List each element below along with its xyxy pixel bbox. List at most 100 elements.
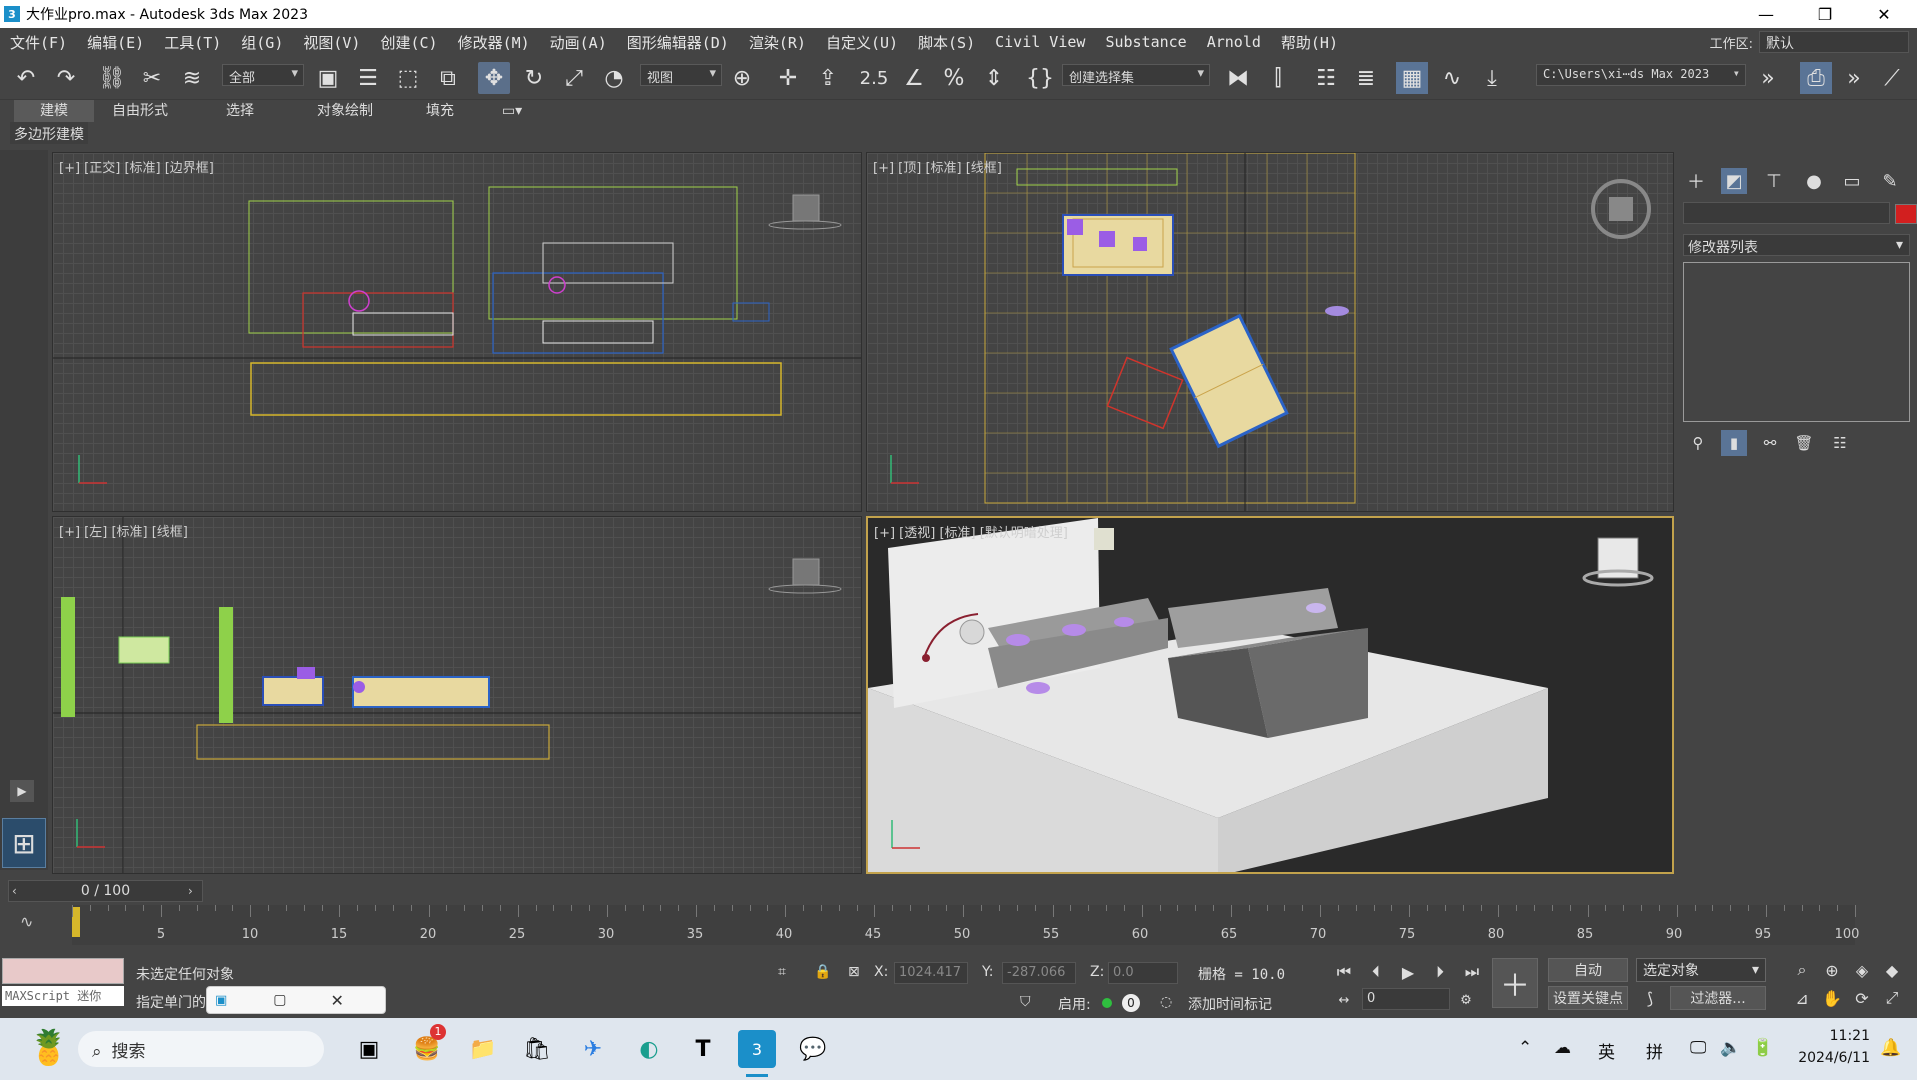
- lock-icon[interactable]: 🔒: [814, 964, 831, 980]
- time-cursor[interactable]: [72, 907, 80, 937]
- viewport-layout-icon[interactable]: ⊞: [2, 818, 46, 868]
- 3dsmax-taskbar-icon[interactable]: 3: [738, 1030, 776, 1068]
- reference-coord-dropdown[interactable]: 视图: [640, 64, 722, 86]
- viewport-top[interactable]: [+] [顶] [标准] [线框]: [866, 152, 1674, 512]
- maximize-viewport-icon[interactable]: ⤢: [1878, 986, 1906, 1010]
- viewport-front[interactable]: [+] [正交] [标准] [边界框]: [52, 152, 862, 512]
- menu-scripting[interactable]: 脚本(S): [908, 32, 985, 53]
- key-filter-dropdown[interactable]: 选定对象 ▾: [1636, 958, 1766, 982]
- ribbon-options-icon[interactable]: ▭▾: [494, 100, 530, 122]
- start-mascot-icon[interactable]: 🍍: [24, 1024, 74, 1072]
- ribbon-toggle-icon[interactable]: ▦: [1396, 62, 1428, 94]
- ribbon-tab-freeform[interactable]: 自由形式: [100, 100, 180, 122]
- place-icon[interactable]: ◔: [598, 62, 630, 94]
- keyboard-shortcut-override-icon[interactable]: ⇪: [812, 62, 844, 94]
- selection-filter-dropdown[interactable]: 全部: [222, 64, 304, 86]
- key-tangents-icon[interactable]: ⟆: [1636, 986, 1664, 1010]
- battery-icon[interactable]: 🔋: [1752, 1038, 1773, 1058]
- ribbon-tab-modeling[interactable]: 建模: [14, 100, 94, 122]
- set-key-button[interactable]: 设置关键点: [1548, 986, 1628, 1010]
- motion-tab-icon[interactable]: ●: [1801, 168, 1827, 194]
- ribbon-tab-object-paint[interactable]: 对象绘制: [300, 100, 390, 122]
- sign-in-icon[interactable]: ⟋: [1876, 62, 1908, 94]
- utilities-tab-icon[interactable]: ✎: [1877, 168, 1903, 194]
- maxscript-mini-listener[interactable]: MAXScript 迷你: [2, 986, 124, 1006]
- spinner-snap-icon[interactable]: ⇕: [978, 62, 1010, 94]
- object-color-swatch[interactable]: [1895, 204, 1917, 224]
- percent-snap-icon[interactable]: %: [938, 62, 970, 94]
- make-unique-icon[interactable]: ⚯: [1757, 430, 1783, 456]
- workspace-dropdown[interactable]: 默认: [1759, 31, 1909, 53]
- select-move-icon[interactable]: ✥: [478, 62, 510, 94]
- viewport-perspective[interactable]: [+] [透视] [标准] [默认明暗处理]: [866, 516, 1674, 874]
- display-tab-icon[interactable]: ▭: [1839, 168, 1865, 194]
- configure-sets-icon[interactable]: ☷: [1827, 430, 1853, 456]
- curve-editor-icon[interactable]: ∿: [1436, 62, 1468, 94]
- menu-edit[interactable]: 编辑(E): [77, 32, 154, 53]
- mini-curve-editor-icon[interactable]: ∿: [20, 912, 33, 931]
- hierarchy-tab-icon[interactable]: ⊤: [1761, 168, 1787, 194]
- add-time-tag-button[interactable]: 添加时间标记: [1188, 994, 1272, 1014]
- key-mode-icon[interactable]: ↔: [1330, 988, 1358, 1012]
- notifications-icon[interactable]: 🔔: [1880, 1038, 1901, 1058]
- task-view-icon[interactable]: ▣: [350, 1030, 388, 1068]
- display-icon[interactable]: 🖵: [1690, 1038, 1706, 1058]
- viewport-top-label[interactable]: [+] [顶] [标准] [线框]: [873, 157, 1002, 176]
- select-object-icon[interactable]: ▣: [312, 62, 344, 94]
- menu-civil-view[interactable]: Civil View: [985, 33, 1095, 51]
- store-icon[interactable]: 🛍: [518, 1030, 556, 1068]
- scene-explorer-icon[interactable]: ☷: [1310, 62, 1342, 94]
- modifier-stack[interactable]: [1683, 262, 1910, 422]
- pan-icon[interactable]: ✋: [1818, 986, 1846, 1010]
- ribbon-subtab[interactable]: 多边形建模: [10, 122, 88, 144]
- next-frame-button-icon[interactable]: ⏵: [1426, 960, 1454, 984]
- window-crossing-icon[interactable]: ⧉: [432, 62, 464, 94]
- close-icon[interactable]: ✕: [331, 991, 344, 1010]
- pin-stack-icon[interactable]: ⚲: [1685, 430, 1711, 456]
- create-tab-icon[interactable]: ＋: [1683, 168, 1709, 194]
- time-config-icon[interactable]: ⚙: [1452, 988, 1480, 1012]
- menu-file[interactable]: 文件(F): [0, 32, 77, 53]
- angle-snap-icon[interactable]: ∠: [898, 62, 930, 94]
- go-to-end-icon[interactable]: ⏭: [1458, 960, 1486, 984]
- maxscript-listener[interactable]: [2, 958, 124, 984]
- key-filters-button[interactable]: 过滤器...: [1670, 986, 1766, 1010]
- time-slider[interactable]: 0 / 100: [8, 880, 203, 902]
- isolate-icon[interactable]: ⌗: [778, 964, 786, 980]
- ime-language[interactable]: 英: [1598, 1038, 1615, 1063]
- menu-customize[interactable]: 自定义(U): [816, 32, 908, 53]
- minimize-button[interactable]: —: [1738, 0, 1794, 28]
- menu-tools[interactable]: 工具(T): [154, 32, 231, 53]
- menu-create[interactable]: 创建(C): [370, 32, 447, 53]
- current-frame-field[interactable]: 0: [1362, 988, 1450, 1010]
- zoom-all-icon[interactable]: ⊕: [1818, 958, 1846, 982]
- timeline-track[interactable]: 5 10 15 20 25 30 35 40 45 50 55 60 65 70…: [72, 905, 1859, 945]
- adaptive-degradation-icon[interactable]: ⛉: [1020, 994, 1031, 1010]
- taskbar-preview-popup[interactable]: ▣ ▢ ✕: [206, 986, 386, 1014]
- y-coordinate-field[interactable]: -287.066: [1002, 962, 1076, 984]
- orbit-icon[interactable]: ⟳: [1848, 986, 1876, 1010]
- edge-icon[interactable]: ◐: [630, 1030, 668, 1068]
- zoom-extents-all-icon[interactable]: ◆: [1878, 958, 1906, 982]
- x-coordinate-field[interactable]: 1024.417: [894, 962, 968, 984]
- unlink-icon[interactable]: ✂: [136, 62, 168, 94]
- z-coordinate-field[interactable]: 0.0: [1108, 962, 1178, 984]
- field-of-view-icon[interactable]: ⊿: [1788, 986, 1816, 1010]
- viewport-left[interactable]: [+] [左] [标准] [线框]: [52, 516, 862, 874]
- select-manipulate-icon[interactable]: ✛: [772, 62, 804, 94]
- ribbon-tab-populate[interactable]: 填充: [400, 100, 480, 122]
- align-icon[interactable]: ⫿: [1262, 62, 1294, 94]
- snaps-toggle-icon[interactable]: 2.5: [858, 62, 890, 94]
- pivot-center-icon[interactable]: ⊕: [726, 62, 758, 94]
- tray-chevron-icon[interactable]: ⌃: [1518, 1038, 1532, 1058]
- wechat-icon[interactable]: 💬: [794, 1030, 832, 1068]
- file-explorer-icon[interactable]: 📁: [464, 1030, 502, 1068]
- menu-rendering[interactable]: 渲染(R): [739, 32, 816, 53]
- menu-graph-editors[interactable]: 图形编辑器(D): [617, 32, 739, 53]
- zoom-icon[interactable]: ⌕: [1788, 958, 1816, 982]
- edit-named-selection-icon[interactable]: {}: [1024, 62, 1056, 94]
- menu-view[interactable]: 视图(V): [293, 32, 370, 53]
- volume-icon[interactable]: 🔈: [1720, 1038, 1741, 1058]
- overflow-chevron-icon[interactable]: »: [1752, 62, 1784, 94]
- select-scale-icon[interactable]: ⤢: [558, 62, 590, 94]
